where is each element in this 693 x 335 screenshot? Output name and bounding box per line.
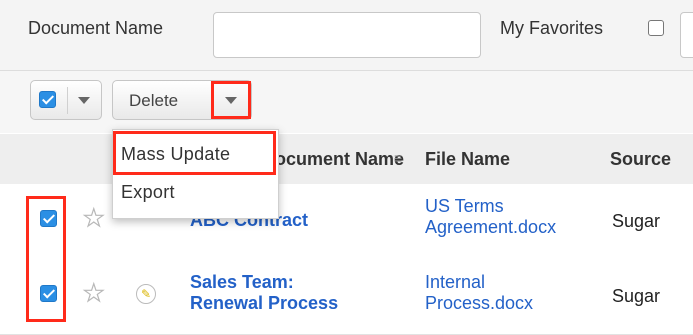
document-name-line: Sales Team:	[190, 272, 294, 292]
menu-item-export[interactable]: Export	[121, 182, 175, 203]
document-name-link[interactable]: Sales Team: Renewal Process	[190, 272, 338, 314]
filter-bar: Document Name My Favorites	[0, 0, 693, 71]
column-header-file-name[interactable]: File Name	[425, 149, 510, 170]
delete-label: Delete	[129, 91, 179, 110]
divider	[67, 87, 68, 114]
pencil-icon[interactable]: ✎	[136, 284, 156, 304]
sort-icon[interactable]: ≡	[394, 150, 402, 166]
file-name-link[interactable]: US Terms Agreement.docx	[425, 196, 556, 238]
document-name-input[interactable]	[213, 12, 481, 58]
document-name-label: Document Name	[28, 18, 164, 38]
file-name-link[interactable]: Internal Process.docx	[425, 272, 533, 314]
column-header-source[interactable]: Source	[610, 149, 671, 170]
star-icon[interactable]: ★	[82, 281, 105, 306]
column-header-document-name[interactable]: Document Name	[262, 149, 404, 170]
select-all-button[interactable]	[30, 80, 102, 120]
source-cell: Sugar	[612, 211, 661, 231]
file-name-line: Internal	[425, 272, 486, 292]
highlight-mass-update	[113, 131, 276, 175]
highlight-row-checkboxes	[26, 196, 66, 322]
my-favorites-checkbox[interactable]	[648, 20, 664, 36]
chevron-down-icon[interactable]	[78, 97, 90, 104]
my-favorites-label: My Favorites	[500, 18, 604, 38]
file-name-line: US Terms	[425, 196, 504, 216]
highlight-actions-caret	[211, 81, 251, 119]
source-cell: Sugar	[612, 286, 661, 306]
file-name-line: Agreement.docx	[425, 217, 557, 237]
star-icon[interactable]: ★	[82, 206, 105, 231]
document-name-line: Renewal Process	[190, 293, 339, 313]
select-all-checkbox[interactable]	[39, 91, 56, 108]
actions-toolbar	[0, 71, 693, 133]
filter-action-button[interactable]	[680, 12, 693, 58]
file-name-line: Process.docx	[425, 293, 534, 313]
